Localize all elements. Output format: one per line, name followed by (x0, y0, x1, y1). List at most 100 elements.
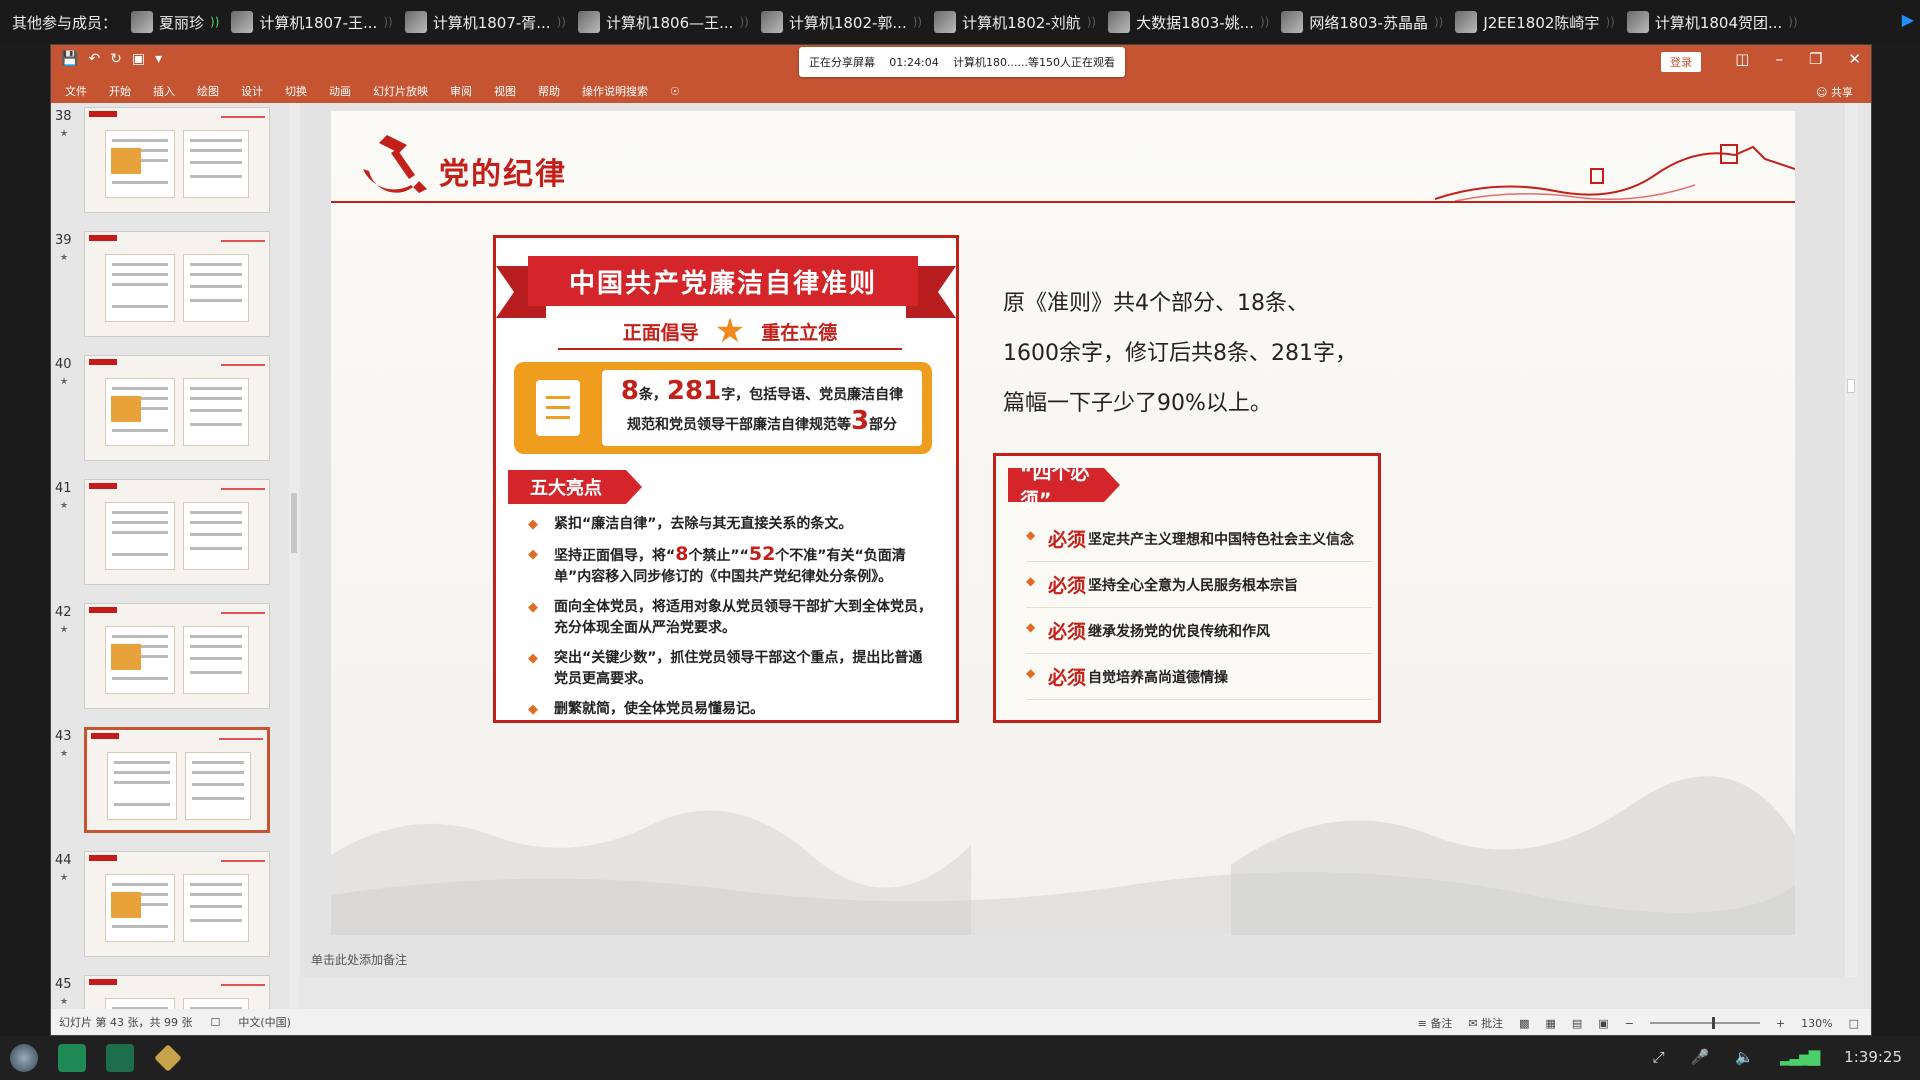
thumbnail-preview[interactable] (84, 975, 270, 1011)
participant-item[interactable]: 计算机1806—王...)) (577, 0, 761, 44)
thumbnail-preview[interactable] (84, 851, 270, 957)
ribbon-tab[interactable]: 切换 (285, 83, 307, 99)
participant-name: 计算机1804贺团... (1654, 13, 1783, 32)
zoom-thumb[interactable] (1711, 1017, 1715, 1029)
participant-item[interactable]: 计算机1807-胥...)) (404, 0, 578, 44)
highlight-item: 坚持正面倡导，将“8个禁止”“52个不准”有关“负面清单”内容移入同步修订的《中… (526, 544, 936, 588)
minimize-icon[interactable]: – (1775, 50, 1783, 68)
subtitle-left: 正面倡导 (622, 321, 699, 344)
slide-number: 42 (55, 605, 72, 620)
ribbon-tab[interactable]: 文件 (65, 83, 87, 99)
participant-item[interactable]: J2EE1802陈崎宇)) (1455, 0, 1626, 44)
scroll-thumb[interactable] (1847, 379, 1855, 393)
slide-thumbnail[interactable]: 42 ★ (51, 599, 291, 723)
app-chart-icon[interactable] (58, 1044, 86, 1072)
current-slide[interactable]: 党的纪律 中国共产党廉洁自律准则 正面倡导 ★ 重在立德 8条，281字，包括导… (331, 111, 1795, 935)
save-icon[interactable]: 💾 (61, 51, 78, 67)
slide-scrollbar[interactable] (1845, 103, 1857, 977)
slide-thumbnail[interactable]: 43 ★ (51, 723, 291, 847)
zoom-in-icon[interactable]: + (1776, 1017, 1785, 1030)
ribbon-tab[interactable]: 视图 (494, 83, 516, 99)
integrity-code-panel: 中国共产党廉洁自律准则 正面倡导 ★ 重在立德 8条，281字，包括导语、党员廉… (493, 235, 959, 723)
ribbon-tab[interactable]: 绘图 (197, 83, 219, 99)
participant-item[interactable]: 夏丽珍)) (131, 0, 231, 44)
participant-item[interactable]: 大数据1803-姚...)) (1108, 0, 1281, 44)
animation-star-icon: ★ (60, 253, 69, 263)
sorter-view-icon[interactable]: ▦ (1545, 1017, 1555, 1030)
ribbon-tab[interactable]: 幻灯片放映 (373, 83, 428, 99)
slide-thumbnail[interactable]: 45 ★ (51, 971, 291, 1011)
quick-access-toolbar: 💾 ↶ ↻ ▣ ▾ (61, 51, 162, 67)
thumbnail-preview[interactable] (84, 727, 270, 833)
slide-thumbnail[interactable]: 44 ★ (51, 847, 291, 971)
mic-muted-icon[interactable]: 🎤 (1691, 1048, 1710, 1066)
restore-icon[interactable]: ❐ (1809, 50, 1822, 68)
thumbnail-preview[interactable] (84, 603, 270, 709)
slide-thumbnail[interactable]: 40 ★ (51, 351, 291, 475)
thumbnail-preview[interactable] (84, 107, 270, 213)
avatar (1108, 11, 1131, 33)
more-arrow-icon[interactable]: ▶ (1902, 10, 1914, 29)
close-icon[interactable]: ✕ (1848, 50, 1861, 68)
mic-level-icon: )) (556, 15, 566, 29)
participant-item[interactable]: 计算机1804贺团...)) (1626, 0, 1810, 44)
slideshow-icon[interactable]: ▣ (1598, 1017, 1608, 1030)
ribbon-display-icon[interactable]: ◫ (1735, 50, 1749, 68)
ribbon-tab[interactable]: 审阅 (450, 83, 472, 99)
participant-item[interactable]: 计算机1802-刘航)) (934, 0, 1108, 44)
scroll-thumb[interactable] (291, 493, 297, 553)
slide-number: 39 (55, 233, 72, 248)
participant-name: 大数据1803-姚... (1136, 13, 1254, 32)
thumbnail-preview[interactable] (84, 355, 270, 461)
volume-icon[interactable]: 🔈 (1735, 1048, 1754, 1066)
slide-thumbnail[interactable]: 38 ★ (51, 103, 291, 227)
app-pencil-icon[interactable] (154, 1044, 182, 1072)
participants-label: 其他参与成员： (12, 13, 118, 32)
undo-icon[interactable]: ↶ (88, 51, 100, 67)
share-button[interactable]: ☺ 共享 (1816, 84, 1853, 100)
comparison-line: 原《准则》共4个部分、18条、 (1003, 291, 1309, 316)
normal-view-icon[interactable]: ▩ (1519, 1017, 1529, 1030)
network-signal-icon[interactable]: ▂▃▅▇ (1780, 1048, 1820, 1066)
taskbar: ⤢ 🎤 🔈 ▂▃▅▇ 1:39:25 (0, 1036, 1920, 1080)
participant-item[interactable]: 计算机1802-郭...)) (760, 0, 934, 44)
share-status: 正在分享屏幕 (809, 56, 875, 69)
thumbnail-preview[interactable] (84, 479, 270, 585)
thumbnail-scrollbar[interactable] (289, 103, 299, 1011)
thumbnail-preview[interactable] (84, 231, 270, 337)
customize-icon[interactable]: ▾ (155, 51, 162, 67)
ribbon-tab[interactable]: 动画 (329, 83, 351, 99)
title-bar: 💾 ↶ ↻ ▣ ▾ 正在分享屏幕 01:24:04 计算机180......等1… (51, 45, 1871, 79)
app-screen-icon[interactable] (106, 1044, 134, 1072)
comments-button[interactable]: ✉ 批注 (1468, 1015, 1503, 1031)
present-icon[interactable]: ▣ (132, 51, 145, 67)
ribbon-tab[interactable]: 操作说明搜索 (582, 83, 648, 99)
mic-level-icon: )) (383, 15, 393, 29)
start-orb-icon[interactable] (10, 1044, 38, 1072)
zoom-out-icon[interactable]: − (1625, 1017, 1634, 1030)
redo-icon[interactable]: ↻ (110, 51, 122, 67)
fullscreen-exit-icon[interactable]: ⤢ (1653, 1048, 1665, 1066)
ribbon-tab[interactable]: 开始 (109, 83, 131, 99)
ribbon-tab[interactable]: 帮助 (538, 83, 560, 99)
participant-item[interactable]: 计算机1807-王...)) (231, 0, 404, 44)
language-indicator[interactable]: 中文(中国) (238, 1014, 291, 1030)
participant-item[interactable]: 网络1803-苏晶晶)) (1281, 0, 1455, 44)
share-viewers: 计算机180......等150人正在观看 (953, 56, 1115, 69)
person-icon: ☺ (1816, 86, 1828, 99)
notes-placeholder[interactable]: 单击此处添加备注 (311, 951, 407, 968)
login-button[interactable]: 登录 (1661, 52, 1701, 72)
zoom-level[interactable]: 130% (1801, 1017, 1832, 1030)
slide-thumbnail[interactable]: 41 ★ (51, 475, 291, 599)
slide-thumbnail[interactable]: 39 ★ (51, 227, 291, 351)
window-controls: ◫ – ❐ ✕ (1735, 50, 1861, 68)
ribbon-tab[interactable]: 插入 (153, 83, 175, 99)
ribbon-tab[interactable]: 设计 (241, 83, 263, 99)
notes-button[interactable]: ≡ 备注 (1418, 1015, 1453, 1031)
summary-count-articles: 8 (620, 376, 639, 406)
subtitle-row: 正面倡导 ★ 重在立德 (558, 314, 902, 350)
zoom-slider[interactable] (1649, 1017, 1760, 1029)
reading-view-icon[interactable]: ▤ (1572, 1017, 1582, 1030)
fit-slide-icon[interactable]: □ (1849, 1017, 1859, 1030)
spellcheck-icon[interactable]: ☐ (210, 1016, 220, 1029)
